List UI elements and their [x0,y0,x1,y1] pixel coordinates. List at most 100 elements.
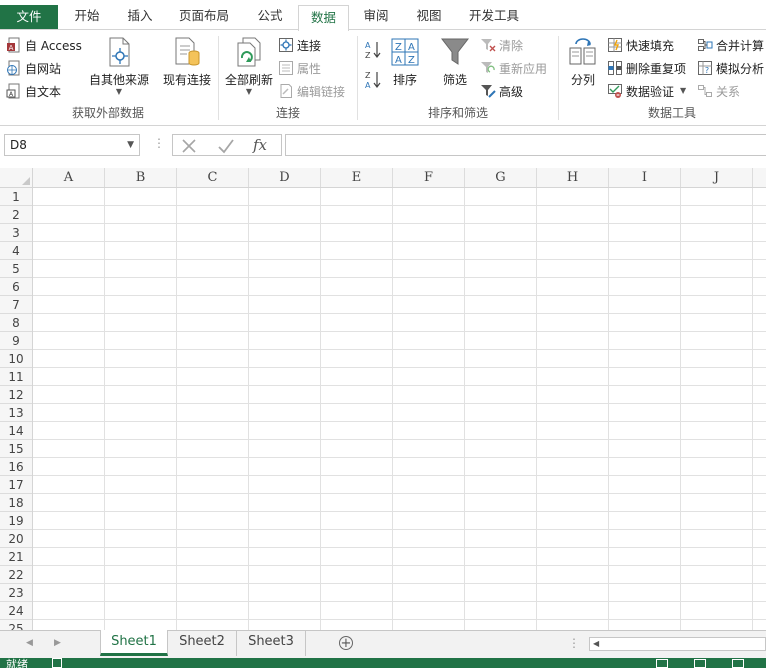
consolidate-button[interactable]: 合并计算 [697,35,764,55]
from-text-button[interactable]: A 自文本 [6,81,61,101]
row-header[interactable]: 24 [0,602,32,620]
column-header-j[interactable]: J [681,168,753,187]
page-layout-view-icon[interactable] [694,659,706,668]
row-header[interactable]: 20 [0,530,32,548]
sheet-tab-2[interactable]: Sheet2 [168,630,237,656]
column-header-d[interactable]: D [249,168,321,187]
insert-function-icon[interactable]: fx [253,136,267,154]
row-header[interactable]: 7 [0,296,32,314]
reapply-button[interactable]: 重新应用 [480,58,547,78]
name-box[interactable]: D8 ▼ [4,134,140,156]
relationships-button[interactable]: 关系 [697,81,740,101]
column-header-i[interactable]: I [609,168,681,187]
column-header-e[interactable]: E [321,168,393,187]
cancel-icon[interactable] [181,138,197,154]
add-sheet-button[interactable]: + [339,636,353,650]
clear-filter-button[interactable]: 清除 [480,35,523,55]
row-header[interactable]: 6 [0,278,32,296]
row-header[interactable]: 21 [0,548,32,566]
tab-home[interactable]: 开始 [62,4,112,30]
existing-connections-label: 现有连接 [162,73,211,87]
flash-fill-icon [608,38,622,52]
sort-descending-button[interactable]: Z A [364,70,385,90]
scroll-left-arrow-icon[interactable]: ◀ [593,638,599,650]
from-access-button[interactable]: A 自 Access [6,35,82,55]
scroll-right-icon[interactable]: ▶ [54,638,61,648]
row-header[interactable]: 17 [0,476,32,494]
tab-formulas[interactable]: 公式 [246,4,294,30]
row-header[interactable]: 1 [0,188,32,206]
tab-developer[interactable]: 开发工具 [460,4,528,30]
edit-links-icon [280,84,292,98]
group-label-data-tools: 数据工具 [647,106,696,120]
row-header[interactable]: 2 [0,206,32,224]
macro-record-icon[interactable] [52,658,62,668]
row-header[interactable]: 3 [0,224,32,242]
refresh-all-button[interactable]: 全部刷新 ▼ [222,36,276,96]
row-header[interactable]: 15 [0,440,32,458]
row-header[interactable]: 18 [0,494,32,512]
ribbon: A 自 Access 自网站 A 自文本 自其他来源 ▼ 现有连接 获取外部数据… [0,30,766,126]
column-header-c[interactable]: C [177,168,249,187]
more-icon[interactable]: ⋮ [153,136,165,150]
from-other-sources-button[interactable]: 自其他来源 ▼ [88,36,150,96]
row-header[interactable]: 5 [0,260,32,278]
sort-label: 排序 [392,73,417,87]
scroll-left-icon[interactable]: ◀ [26,638,33,648]
edit-links-button[interactable]: 编辑链接 [278,81,345,101]
row-header[interactable]: 19 [0,512,32,530]
filter-button[interactable]: 筛选 [438,36,472,88]
row-header[interactable]: 9 [0,332,32,350]
row-header[interactable]: 23 [0,584,32,602]
text-to-columns-button[interactable]: 分列 [566,36,600,88]
chevron-down-icon[interactable]: ▼ [127,135,134,155]
sheet-tab-3[interactable]: Sheet3 [237,630,306,656]
tab-data[interactable]: 数据 [298,5,349,31]
row-header[interactable]: 4 [0,242,32,260]
row-header[interactable]: 11 [0,368,32,386]
flash-fill-button[interactable]: 快速填充 [607,35,674,55]
formula-input[interactable] [285,134,766,156]
enter-check-icon[interactable] [217,138,235,154]
normal-view-icon[interactable] [656,659,668,668]
tab-insert[interactable]: 插入 [116,4,164,30]
select-all-corner[interactable] [0,168,33,187]
row-header[interactable]: 8 [0,314,32,332]
column-header-g[interactable]: G [465,168,537,187]
existing-connections-icon [175,37,200,66]
column-header-h[interactable]: H [537,168,609,187]
column-header-a[interactable]: A [33,168,105,187]
sort-ascending-button[interactable]: A Z [364,40,385,60]
page-break-view-icon[interactable] [732,659,744,668]
what-if-analysis-button[interactable]: ? 模拟分析 [697,58,764,78]
remove-duplicates-button[interactable]: 删除重复项 [607,58,686,78]
tab-page-layout[interactable]: 页面布局 [170,4,238,30]
row-header[interactable]: 13 [0,404,32,422]
filter-funnel-icon [440,38,470,65]
column-header-f[interactable]: F [393,168,465,187]
row-header[interactable]: 14 [0,422,32,440]
data-validation-button[interactable]: 数据验证 ▼ [607,81,686,101]
name-box-value: D8 [10,138,27,152]
tab-view[interactable]: 视图 [405,4,453,30]
existing-connections-button[interactable]: 现有连接 [160,36,214,88]
from-web-button[interactable]: 自网站 [6,58,61,78]
row-header[interactable]: 12 [0,386,32,404]
cell-area[interactable] [33,188,766,630]
column-header-b[interactable]: B [105,168,177,187]
splitter-handle-icon[interactable]: ⋮ [568,636,580,650]
tab-review[interactable]: 审阅 [352,4,400,30]
row-header[interactable]: 22 [0,566,32,584]
row-header[interactable]: 16 [0,458,32,476]
connections-button[interactable]: 连接 [278,35,321,55]
sheet-tab-1[interactable]: Sheet1 [100,630,168,656]
row-header[interactable]: 25 [0,620,32,630]
ribbon-separator [218,36,219,120]
connections-label: 连接 [297,38,322,53]
advanced-filter-button[interactable]: 高级 [480,81,523,101]
properties-button[interactable]: 属性 [278,58,321,78]
row-header[interactable]: 10 [0,350,32,368]
horizontal-scrollbar[interactable]: ◀ [589,637,766,651]
sort-button[interactable]: Z A A Z 排序 [388,36,422,88]
tab-file[interactable]: 文件 [0,5,58,29]
